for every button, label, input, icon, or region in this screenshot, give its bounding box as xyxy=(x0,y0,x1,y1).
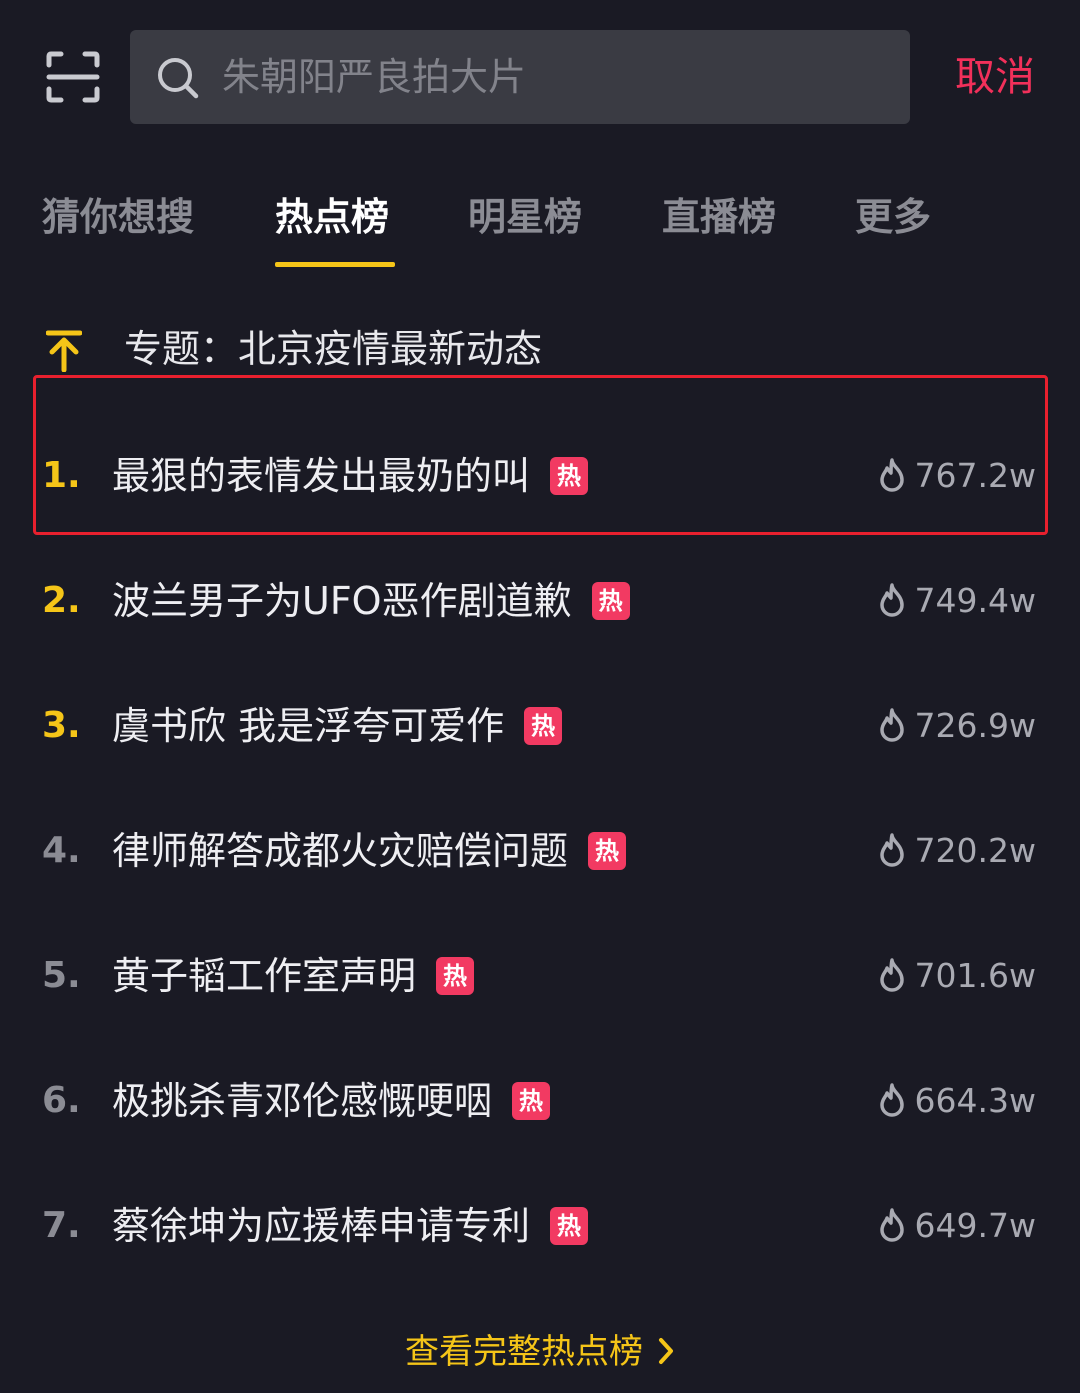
search-icon xyxy=(158,58,199,99)
cancel-button[interactable]: 取消 xyxy=(940,30,1050,124)
hot-badge: 热 xyxy=(512,1081,551,1120)
heat-value: 720.2w xyxy=(877,811,1036,891)
hot-badge: 热 xyxy=(550,456,589,495)
heat-value: 649.7w xyxy=(877,1186,1036,1266)
list-item[interactable]: 6. 极挑杀青邓伦感慨哽咽热 664.3w xyxy=(0,1061,1080,1141)
list-item[interactable]: 1. 最狠的表情发出最奶的叫热 767.2w xyxy=(0,436,1080,516)
item-title: 黄子韬工作室声明热 xyxy=(112,936,475,1016)
item-title: 律师解答成都火灾赔偿问题热 xyxy=(112,811,627,891)
tab-more[interactable]: 更多 xyxy=(855,190,931,244)
list-item[interactable]: 3. 虞书欣 我是浮夸可爱作热 726.9w xyxy=(0,686,1080,766)
flame-icon xyxy=(879,1207,904,1242)
rank-number: 3. xyxy=(42,705,81,746)
item-title: 波兰男子为UFO恶作剧道歉热 xyxy=(112,561,630,641)
flame-icon xyxy=(879,707,904,742)
rank-number: 5. xyxy=(42,955,81,996)
flame-icon xyxy=(879,957,904,992)
flame-icon xyxy=(879,1082,904,1117)
rank-number: 1. xyxy=(42,455,81,496)
flame-icon xyxy=(879,832,904,867)
pinned-topic[interactable]: 专题：北京疫情最新动态 xyxy=(124,322,542,376)
tab-hot-list[interactable]: 热点榜 xyxy=(275,190,389,244)
hot-badge: 热 xyxy=(591,581,630,620)
pin-top-icon xyxy=(46,330,82,372)
tab-guess-search[interactable]: 猜你想搜 xyxy=(42,190,194,244)
chevron-right-icon xyxy=(659,1337,673,1364)
heat-value: 726.9w xyxy=(877,686,1036,766)
heat-value: 749.4w xyxy=(877,561,1036,641)
tab-live-list[interactable]: 直播榜 xyxy=(662,190,776,244)
search-input[interactable]: 朱朝阳严良拍大片 xyxy=(130,30,910,124)
hot-badge: 热 xyxy=(588,831,627,870)
tab-star-list[interactable]: 明星榜 xyxy=(468,190,582,244)
item-title: 虞书欣 我是浮夸可爱作热 xyxy=(112,686,563,766)
rank-number: 4. xyxy=(42,830,81,871)
list-item[interactable]: 7. 蔡徐坤为应援棒申请专利热 649.7w xyxy=(0,1186,1080,1266)
rank-number: 7. xyxy=(42,1205,81,1246)
heat-value: 701.6w xyxy=(877,936,1036,1016)
hot-search-page: 朱朝阳严良拍大片 取消 猜你想搜 热点榜 明星榜 直播榜 更多 专题：北京疫情最… xyxy=(0,0,1080,1393)
view-full-list-label: 查看完整热点榜 xyxy=(405,1332,643,1372)
flame-icon xyxy=(879,582,904,617)
hot-badge: 热 xyxy=(524,706,563,745)
list-item[interactable]: 5. 黄子韬工作室声明热 701.6w xyxy=(0,936,1080,1016)
search-placeholder: 朱朝阳严良拍大片 xyxy=(222,55,527,99)
list-item[interactable]: 4. 律师解答成都火灾赔偿问题热 720.2w xyxy=(0,811,1080,891)
item-title: 极挑杀青邓伦感慨哽咽热 xyxy=(112,1061,551,1141)
hot-badge: 热 xyxy=(550,1206,589,1245)
list-item[interactable]: 2. 波兰男子为UFO恶作剧道歉热 749.4w xyxy=(0,561,1080,641)
scan-icon[interactable] xyxy=(46,51,100,103)
item-title: 最狠的表情发出最奶的叫热 xyxy=(112,436,589,516)
heat-value: 664.3w xyxy=(877,1061,1036,1141)
rank-number: 2. xyxy=(42,580,81,621)
heat-value: 767.2w xyxy=(877,436,1036,516)
active-tab-indicator xyxy=(275,262,395,267)
hot-badge: 热 xyxy=(436,956,475,995)
view-full-list-button[interactable]: 查看完整热点榜 xyxy=(0,1322,1080,1382)
flame-icon xyxy=(879,457,904,492)
item-title: 蔡徐坤为应援棒申请专利热 xyxy=(112,1186,589,1266)
rank-number: 6. xyxy=(42,1080,81,1121)
